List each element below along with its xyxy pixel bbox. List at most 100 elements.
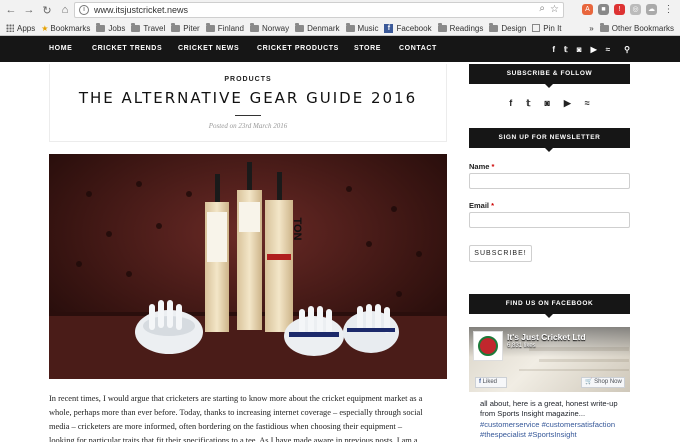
instagram-icon[interactable]: ◙ [577, 45, 582, 54]
bookmarks-right: » Other Bookmarks [589, 20, 674, 36]
post-body-line: looking for particular traits that fit t… [49, 436, 418, 442]
email-field[interactable] [469, 212, 630, 228]
email-label: Email * [469, 201, 495, 210]
url-text: www.itsjustcricket.news [94, 5, 189, 15]
bookmark-folder[interactable]: Design [489, 22, 526, 33]
youtube-icon[interactable]: ▶ [564, 98, 571, 109]
page-content: PRODUCTS THE ALTERNATIVE GEAR GUIDE 2016… [0, 62, 680, 442]
menu-icon[interactable]: ⋮ [663, 4, 674, 15]
post-category[interactable]: PRODUCTS [50, 76, 446, 83]
cover-decoration [519, 369, 629, 371]
name-field[interactable] [469, 173, 630, 189]
browser-toolbar: ← → ↻ ⌂ i www.itsjustcricket.news ⌕ ☆ A … [0, 0, 680, 20]
extension-icon[interactable]: ! [614, 4, 625, 15]
extension-icon[interactable]: A [582, 4, 593, 15]
required-mark: * [491, 162, 495, 171]
bat-label: TON [291, 217, 303, 240]
page-icon [532, 24, 541, 32]
name-label: Name * [469, 162, 495, 171]
nav-contact[interactable]: CONTACT [399, 36, 437, 62]
search-zoom-icon[interactable]: ⌕ [539, 3, 545, 14]
bookmark-folder[interactable]: Readings [437, 22, 483, 33]
post-body-line: In recent times, I would argue that cric… [49, 394, 423, 403]
nav-home[interactable]: HOME [49, 36, 72, 62]
facebook-icon[interactable]: f [552, 45, 555, 54]
post-title: THE ALTERNATIVE GEAR GUIDE 2016 [78, 89, 418, 107]
back-icon[interactable]: ← [4, 3, 18, 17]
more-bookmarks-button[interactable]: » [589, 24, 593, 33]
post-date: Posted on 23rd March 2016 [208, 122, 288, 130]
nav-store[interactable]: STORE [354, 36, 381, 62]
bookmark-star-icon[interactable]: ☆ [550, 4, 559, 15]
bookmark-facebook[interactable]: f Facebook [384, 23, 432, 33]
post-header: PRODUCTS THE ALTERNATIVE GEAR GUIDE 2016… [49, 64, 447, 142]
star-icon: ★ [41, 23, 49, 33]
cover-decoration [539, 359, 629, 362]
twitter-icon[interactable]: 𝕥 [526, 98, 530, 109]
bookmark-folder[interactable]: Finland [205, 22, 244, 33]
folder-icon [345, 22, 355, 32]
forward-icon[interactable]: → [22, 3, 36, 17]
search-icon[interactable]: ⚲ [624, 45, 630, 54]
nav-cricket-products[interactable]: CRICKET PRODUCTS [257, 36, 339, 62]
folder-icon [205, 22, 215, 32]
bookmark-bookmarks[interactable]: ★ Bookmarks [41, 24, 90, 33]
subscribe-widget-title: SUBSCRIBE & FOLLOW [469, 64, 630, 88]
bookmark-folder[interactable]: Denmark [295, 22, 340, 33]
folder-icon [599, 22, 609, 32]
bookmark-folder[interactable]: Travel [131, 22, 165, 33]
folder-icon [131, 22, 141, 32]
post-body-line: whole, perhaps more than ever before. To… [49, 408, 423, 417]
folder-icon [437, 22, 447, 32]
apps-icon [6, 24, 14, 32]
home-icon[interactable]: ⌂ [58, 3, 72, 17]
facebook-widget-title: FIND US ON FACEBOOK [469, 294, 630, 318]
fb-post-text: all about, here is a great, honest write… [480, 399, 630, 441]
site-nav: HOME CRICKET TRENDS CRICKET NEWS CRICKET… [0, 36, 680, 62]
hashtag-line[interactable]: #thespecialist #SportsInsight [480, 430, 630, 440]
bookmark-folder[interactable]: Norway [249, 22, 289, 33]
bookmark-folder[interactable]: Music [345, 22, 378, 33]
newsletter-widget-title: SIGN UP FOR NEWSLETTER [469, 128, 630, 152]
facebook-icon[interactable]: f [509, 98, 512, 109]
bookmark-apps[interactable]: Apps [6, 24, 35, 33]
extension-icon[interactable]: ◎ [630, 4, 641, 15]
bookmark-folder[interactable]: Jobs [96, 22, 125, 33]
hashtag-line[interactable]: #customerservice #customersatisfaction [480, 420, 630, 430]
cart-icon: 🛒 [585, 379, 593, 385]
rss-icon[interactable]: ≈ [606, 45, 610, 54]
facebook-icon: f [479, 379, 481, 385]
fb-shop-now-button[interactable]: 🛒 Shop Now [581, 377, 625, 388]
fb-page-name[interactable]: It's Just Cricket Ltd [507, 332, 586, 342]
post-body: In recent times, I would argue that cric… [49, 392, 447, 442]
site-info-icon[interactable]: i [79, 5, 89, 15]
fb-liked-button[interactable]: f Liked [475, 377, 507, 388]
bookmark-folder[interactable]: Piter [171, 22, 200, 33]
folder-icon [249, 22, 259, 32]
bookmarks-bar: Apps ★ Bookmarks Jobs Travel Piter Finlan… [0, 20, 680, 36]
other-bookmarks[interactable]: Other Bookmarks [612, 24, 674, 33]
extension-icon[interactable]: ☁ [646, 4, 657, 15]
twitter-icon[interactable]: 𝕥 [564, 45, 568, 54]
browser-chrome: ← → ↻ ⌂ i www.itsjustcricket.news ⌕ ☆ A … [0, 0, 680, 36]
nav-cricket-news[interactable]: CRICKET NEWS [178, 36, 239, 62]
nav-social: f 𝕥 ◙ ▶ ≈ ⚲ [543, 36, 630, 62]
bookmark-pin-it[interactable]: Pin It [532, 24, 562, 33]
instagram-icon[interactable]: ◙ [544, 98, 549, 109]
nav-cricket-trends[interactable]: CRICKET TRENDS [92, 36, 162, 62]
folder-icon [96, 22, 106, 32]
rss-icon[interactable]: ≈ [585, 98, 590, 109]
address-bar[interactable]: i www.itsjustcricket.news ⌕ ☆ [74, 2, 564, 18]
required-mark: * [491, 201, 495, 210]
folder-icon [489, 22, 499, 32]
cricket-ball-icon [478, 336, 498, 356]
post-image: TON [49, 154, 447, 379]
facebook-page-widget: It's Just Cricket Ltd 6,831 likes f Like… [469, 327, 630, 442]
extension-icon[interactable]: ■ [598, 4, 609, 15]
subscribe-button[interactable]: SUBSCRIBE! [469, 245, 532, 262]
reload-icon[interactable]: ↻ [40, 3, 54, 17]
folder-icon [171, 22, 181, 32]
page-logo[interactable] [473, 331, 503, 361]
youtube-icon[interactable]: ▶ [591, 45, 597, 54]
post-body-line: media – cricketers are more informed, of… [49, 422, 403, 431]
